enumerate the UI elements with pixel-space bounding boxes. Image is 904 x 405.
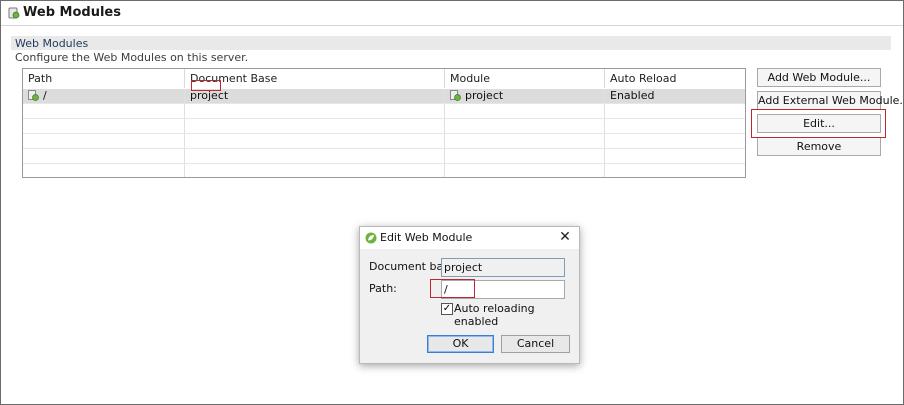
page-title: Web Modules <box>23 5 121 20</box>
project-module-icon <box>450 90 461 101</box>
cell-path: / <box>23 89 185 103</box>
edit-web-module-dialog: Edit Web Module ✕ Document base: Path: ✓… <box>359 226 580 364</box>
empty-row <box>23 164 745 177</box>
table-row[interactable]: / project project Enabled <box>23 89 745 104</box>
table-header: Path Document Base Module Auto Reload <box>23 69 745 88</box>
section-description: Configure the Web Modules on this server… <box>15 51 249 64</box>
column-header-auto-reload[interactable]: Auto Reload <box>605 69 745 88</box>
cell-module-text: project <box>465 89 504 102</box>
section-header: Web Modules <box>11 36 891 50</box>
auto-reload-label[interactable]: Auto reloading enabled <box>454 302 579 328</box>
dialog-title: Edit Web Module <box>380 231 473 244</box>
document-base-field[interactable] <box>441 258 565 277</box>
cell-document-base: project <box>185 89 445 103</box>
dialog-title-bar: Edit Web Module ✕ <box>360 227 579 249</box>
ok-button[interactable]: OK <box>427 335 494 353</box>
cell-module: project <box>445 89 605 103</box>
cell-auto-reload: Enabled <box>610 89 655 102</box>
path-field[interactable] <box>441 280 565 299</box>
path-label: Path: <box>369 282 397 295</box>
remove-button[interactable]: Remove <box>757 137 881 156</box>
web-modules-table: Path Document Base Module Auto Reload / … <box>22 68 746 178</box>
spring-leaf-icon <box>365 232 377 244</box>
add-external-web-module-button[interactable]: Add External Web Module... <box>757 91 904 110</box>
section-title: Web Modules <box>15 37 89 50</box>
add-web-module-button[interactable]: Add Web Module... <box>757 68 881 87</box>
column-header-document-base[interactable]: Document Base <box>185 69 445 88</box>
cancel-button[interactable]: Cancel <box>501 335 570 353</box>
cell-path-text: / <box>43 89 47 102</box>
empty-row <box>23 119 745 134</box>
server-icon <box>8 7 20 19</box>
empty-row <box>23 134 745 149</box>
edit-button[interactable]: Edit... <box>757 114 881 133</box>
web-module-icon <box>28 90 39 101</box>
editor-title-bar: Web Modules <box>1 1 903 26</box>
close-icon[interactable]: ✕ <box>557 229 573 245</box>
auto-reload-checkbox[interactable]: ✓ <box>441 303 453 315</box>
column-header-module[interactable]: Module <box>445 69 605 88</box>
empty-row <box>23 149 745 164</box>
column-header-path[interactable]: Path <box>23 69 185 88</box>
empty-row <box>23 104 745 119</box>
